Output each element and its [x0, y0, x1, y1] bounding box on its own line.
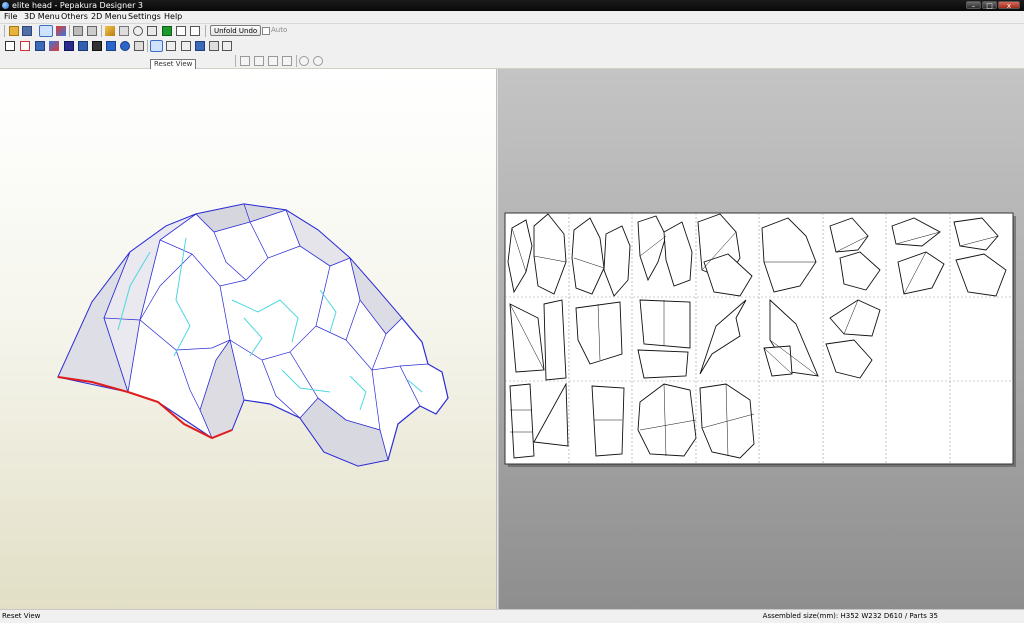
menu-settings[interactable]: Settings [128, 12, 161, 22]
menu-2d[interactable]: 2D Menu [91, 12, 127, 22]
auto-checkbox[interactable] [262, 27, 270, 35]
window2-icon[interactable] [190, 26, 200, 36]
rotate-left-icon[interactable] [299, 56, 309, 66]
toolbar-view [0, 38, 1024, 55]
face-icon[interactable] [64, 41, 74, 51]
menu-bar: File 3D Menu Others 2D Menu Settings Hel… [0, 11, 1024, 24]
status-bar: Reset View Assembled size(mm): H352 W232… [0, 609, 1024, 623]
arrow-icon[interactable] [106, 41, 116, 51]
green-part-icon[interactable] [162, 26, 172, 36]
maximize-button[interactable]: □ [982, 1, 997, 10]
reset-view-icon[interactable] [150, 40, 163, 52]
image-icon[interactable] [35, 41, 45, 51]
menu-others[interactable]: Others [61, 12, 88, 22]
menu-help[interactable]: Help [164, 12, 182, 22]
menu-3d[interactable]: 3D Menu [24, 12, 60, 22]
2d-view[interactable] [499, 69, 1024, 609]
pointer-icon[interactable] [20, 41, 30, 51]
print-icon[interactable] [209, 41, 219, 51]
align-left-icon[interactable] [240, 56, 250, 66]
3d-view[interactable] [0, 69, 496, 609]
align-center-icon[interactable] [254, 56, 264, 66]
menu-file[interactable]: File [4, 12, 17, 22]
app-icon [2, 2, 9, 9]
anchor-icon[interactable] [133, 26, 143, 36]
print-preview-icon[interactable] [222, 41, 232, 51]
toolbar-separator [235, 55, 236, 67]
toolbar-separator [4, 25, 5, 37]
fit-icon[interactable] [134, 41, 144, 51]
window-icon[interactable] [176, 26, 186, 36]
expand-icon[interactable] [181, 41, 191, 51]
image2-icon[interactable] [195, 41, 205, 51]
minimize-button[interactable]: – [966, 1, 981, 10]
trash-icon[interactable] [119, 26, 129, 36]
numbers-icon[interactable] [166, 41, 176, 51]
assembled-size-readout: Assembled size(mm): H352 W232 D610 / Par… [762, 612, 938, 620]
align-top-icon[interactable] [282, 56, 292, 66]
light-icon[interactable] [39, 25, 53, 37]
lock-icon[interactable] [78, 41, 88, 51]
open-icon[interactable] [9, 26, 19, 36]
cube-icon[interactable] [56, 26, 66, 36]
flap-icon[interactable] [147, 26, 157, 36]
toolbar-separator [101, 25, 102, 37]
auto-label: Auto [271, 26, 288, 34]
join-icon[interactable] [73, 26, 83, 36]
toolbar-separator [205, 25, 206, 37]
rotate-right-icon[interactable] [313, 56, 323, 66]
unfold-sheet[interactable] [499, 69, 1024, 609]
save-icon[interactable] [22, 26, 32, 36]
3d-model[interactable] [0, 69, 496, 609]
close-button[interactable]: x [998, 1, 1020, 10]
toolbar-separator [147, 40, 148, 52]
status-message: Reset View [2, 612, 41, 620]
title-bar: elite head - Pepakura Designer 3 – □ x [0, 0, 1024, 11]
texture-icon[interactable] [49, 41, 59, 51]
toolbar-separator [69, 25, 70, 37]
unfold-undo-button[interactable]: Unfold Undo [210, 25, 262, 36]
select-icon[interactable] [5, 41, 15, 51]
toolbar-separator [296, 55, 297, 67]
split-icon[interactable] [87, 26, 97, 36]
pencil-icon[interactable] [105, 26, 115, 36]
align-right-icon[interactable] [268, 56, 278, 66]
undo-icon[interactable] [120, 41, 130, 51]
toolbar-main: Unfold Undo Auto [0, 24, 1024, 38]
window-title: elite head - Pepakura Designer 3 [12, 1, 144, 10]
group-icon[interactable] [92, 41, 102, 51]
